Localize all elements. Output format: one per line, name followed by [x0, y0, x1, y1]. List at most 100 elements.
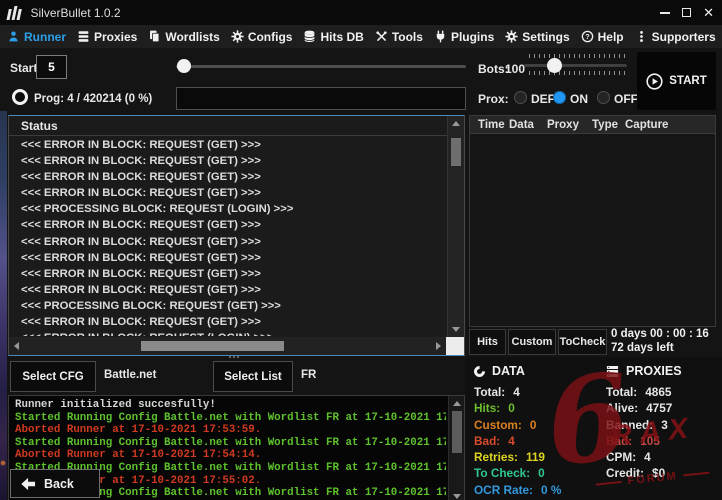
log-vscroll-thumb[interactable]: [452, 411, 462, 453]
app-logo-icon: [7, 6, 22, 20]
menu-item-configs[interactable]: Configs: [231, 30, 293, 44]
status-row: <<< PROCESSING BLOCK: REQUEST (GET) >>>: [21, 298, 445, 314]
titlebar: SilverBullet 1.0.2 ✕: [0, 0, 722, 25]
menu-label: Hits DB: [320, 30, 363, 44]
scroll-up-arrow-icon[interactable]: [452, 121, 460, 126]
scroll-down-arrow-icon[interactable]: [452, 327, 460, 332]
prog-radio[interactable]: [12, 89, 28, 105]
menu-label: Runner: [24, 30, 66, 44]
splitter-grip[interactable]: [228, 355, 240, 360]
status-row: <<< ERROR IN BLOCK: REQUEST (GET) >>>: [21, 234, 445, 250]
column-header[interactable]: Capture: [625, 119, 668, 131]
bots-ticks-bottom: [529, 71, 628, 75]
log-vertical-scrollbar[interactable]: [448, 396, 464, 500]
close-button[interactable]: ✕: [703, 6, 714, 19]
scroll-left-arrow-icon[interactable]: [14, 342, 19, 350]
status-vertical-scrollbar[interactable]: [447, 116, 464, 337]
minimize-button[interactable]: [660, 12, 670, 14]
stat-row: Total: 4865: [606, 385, 722, 401]
license-days-left: 72 days left: [611, 342, 674, 354]
tab-hits[interactable]: Hits: [469, 329, 506, 355]
prox-radio-off[interactable]: [597, 91, 610, 104]
stat-row: OCR Rate: 0 %: [474, 483, 599, 499]
menu-label: Configs: [248, 30, 293, 44]
menu-item-wordlists[interactable]: Wordlists: [148, 30, 219, 44]
status-column-header[interactable]: Status: [21, 119, 58, 133]
status-row: <<< ERROR IN BLOCK: REQUEST (LOGIN) >>>: [21, 330, 445, 336]
stat-label: To Check:: [474, 466, 530, 482]
stat-value: $0: [652, 466, 665, 482]
window-title: SilverBullet 1.0.2: [31, 6, 121, 20]
selected-wordlist-value: FR: [301, 369, 316, 381]
app-window: SilverBullet 1.0.2 ✕ Runner Proxies Word…: [0, 0, 722, 500]
menu-item-proxies[interactable]: Proxies: [77, 30, 137, 44]
select-list-button[interactable]: Select List: [213, 361, 293, 392]
status-hscroll-thumb[interactable]: [141, 341, 284, 351]
menu-item-help[interactable]: ? Help: [581, 30, 624, 44]
menu-item-runner[interactable]: Runner: [7, 30, 66, 44]
tab-custom[interactable]: Custom: [508, 329, 556, 355]
status-row: <<< ERROR IN BLOCK: REQUEST (GET) >>>: [21, 169, 445, 185]
column-header[interactable]: Proxy: [547, 119, 592, 131]
proxies-rows: Total: 4865 Alive: 4757 Banned: 3 Bad: 1…: [606, 385, 722, 483]
start-button-label: START: [669, 75, 706, 87]
column-header[interactable]: Time: [478, 119, 509, 131]
stat-value: 0: [508, 401, 515, 417]
menu-item-settings[interactable]: Settings: [505, 30, 569, 44]
status-row: <<< ERROR IN BLOCK: REQUEST (GET) >>>: [21, 250, 445, 266]
start-button[interactable]: START: [637, 52, 716, 110]
status-row: <<< ERROR IN BLOCK: REQUEST (GET) >>>: [21, 185, 445, 201]
menu-item-supporters[interactable]: Supporters: [635, 30, 716, 44]
start-slider-handle[interactable]: [177, 59, 191, 73]
prox-option-def[interactable]: DEF: [531, 92, 555, 106]
status-panel: Status <<< ERROR IN BLOCK: REQUEST (GET)…: [8, 115, 465, 356]
start-slider-track[interactable]: [176, 65, 466, 68]
select-cfg-button[interactable]: Select CFG: [10, 361, 96, 392]
stat-value: 4: [513, 385, 520, 401]
tools-icon: [375, 30, 388, 43]
scroll-down-arrow-icon[interactable]: [453, 494, 461, 499]
menu-item-tools[interactable]: Tools: [375, 30, 423, 44]
stat-label: Bad:: [474, 434, 500, 450]
column-header[interactable]: Data: [509, 119, 547, 131]
desktop-wallpaper-strip: [0, 111, 7, 500]
proxies-icon: [77, 30, 90, 43]
maximize-button[interactable]: [682, 8, 691, 17]
stat-row: CPM: 4: [606, 450, 722, 466]
progress-text: Prog: 4 / 420214 (0 %): [34, 93, 152, 105]
scroll-right-arrow-icon[interactable]: [436, 342, 441, 350]
start-input[interactable]: [36, 55, 67, 79]
prox-radio-def[interactable]: [514, 91, 527, 104]
stat-row: Credit: $0: [606, 466, 722, 482]
status-horizontal-scrollbar[interactable]: [9, 337, 446, 355]
menu-label: Help: [598, 30, 624, 44]
back-button[interactable]: Back: [10, 469, 100, 498]
proxies-stats-panel: PROXIES Total: 4865 Alive: 4757 Banned: …: [606, 362, 722, 483]
help-icon: ?: [581, 30, 594, 43]
status-list: <<< ERROR IN BLOCK: REQUEST (GET) >>><<<…: [21, 137, 445, 336]
bots-slider-track[interactable]: [524, 64, 627, 67]
selected-config-value: Battle.net: [104, 369, 156, 381]
stat-row: To Check: 0: [474, 466, 599, 482]
prox-radio-on[interactable]: [553, 91, 566, 104]
bots-slider-handle[interactable]: [547, 58, 562, 73]
menu-item-hits-db[interactable]: Hits DB: [303, 30, 363, 44]
tab-tocheck[interactable]: ToCheck: [558, 329, 607, 355]
menu-label: Settings: [522, 30, 569, 44]
stat-value: 3: [661, 418, 668, 434]
column-header[interactable]: Type: [592, 119, 625, 131]
menu-label: Wordlists: [165, 30, 219, 44]
menu-item-plugins[interactable]: Plugins: [434, 30, 494, 44]
results-table-header: TimeDataProxyTypeCapture: [470, 116, 715, 134]
stat-label: Retries:: [474, 450, 518, 466]
prog-input[interactable]: [176, 87, 466, 110]
stat-label: Alive:: [606, 401, 638, 417]
status-vscroll-thumb[interactable]: [451, 138, 461, 166]
menubar: Runner Proxies Wordlists Configs Hits DB…: [0, 25, 722, 48]
scroll-up-arrow-icon[interactable]: [453, 401, 461, 406]
stat-label: Total:: [606, 385, 637, 401]
prox-option-off[interactable]: OFF: [614, 92, 638, 106]
stat-row: Hits: 0: [474, 401, 599, 417]
prox-option-on[interactable]: ON: [570, 92, 588, 106]
log-line: Started Running Config Battle.net with W…: [15, 437, 446, 450]
